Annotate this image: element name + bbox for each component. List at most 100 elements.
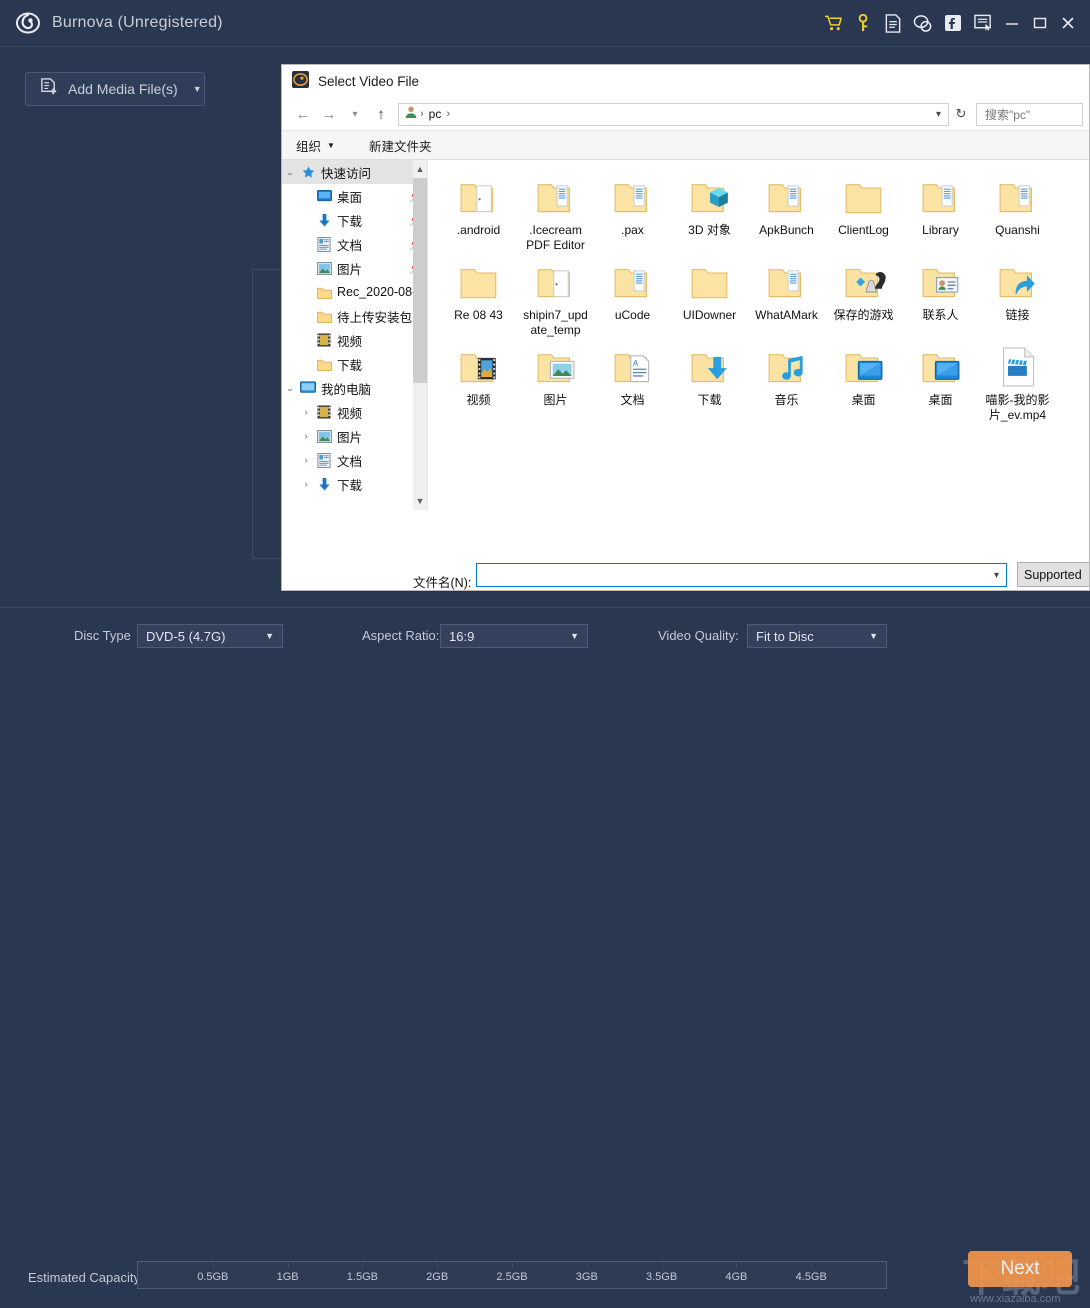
file-item[interactable]: 链接 [979, 253, 1056, 338]
user-avatar-icon [404, 105, 418, 124]
file-item[interactable]: 桌面 [825, 338, 902, 423]
burnova-logo-icon [292, 71, 309, 93]
tree-scrollbar[interactable]: ▲▼ [413, 160, 427, 510]
tree-item-12[interactable]: ›文档 [282, 448, 427, 472]
tree-item-label: 视频 [337, 403, 362, 422]
scroll-down-icon[interactable]: ▼ [413, 492, 427, 510]
video-quality-select[interactable]: Fit to Disc ▼ [747, 624, 887, 648]
minimize-icon[interactable] [998, 8, 1026, 38]
file-item[interactable]: ClientLog [825, 168, 902, 253]
arrow-right-icon[interactable]: → [316, 101, 342, 127]
tree-item-10[interactable]: › 视频 [282, 400, 427, 424]
organize-button[interactable]: 组织 ▼ [296, 136, 335, 155]
folder-video-icon [455, 344, 503, 390]
tree-item-0[interactable]: ⌄快速访问 [282, 160, 427, 184]
file-item[interactable]: 视频 [440, 338, 517, 423]
next-button[interactable]: Next [968, 1251, 1072, 1287]
arrow-up-icon[interactable]: ↑ [368, 101, 394, 127]
folder-download-icon [686, 344, 734, 390]
recent-locations-chevron-down-icon[interactable]: ▾ [342, 101, 368, 127]
video-icon [314, 333, 334, 347]
tree-item-1[interactable]: 桌面📌 [282, 184, 427, 208]
breadcrumb[interactable]: › pc › ▾ [398, 103, 949, 126]
file-item[interactable]: 下载 [671, 338, 748, 423]
cart-icon[interactable] [818, 8, 848, 38]
file-item[interactable]: 3D 对象 [671, 168, 748, 253]
aspect-ratio-select[interactable]: 16:9 ▼ [440, 624, 588, 648]
scroll-up-icon[interactable]: ▲ [413, 160, 427, 178]
file-item[interactable]: .Icecream PDF Editor [517, 168, 594, 253]
search-input[interactable]: 搜索"pc" [976, 103, 1083, 126]
tree-item-13[interactable]: › 下载 [282, 472, 427, 496]
maximize-icon[interactable] [1026, 8, 1054, 38]
file-item[interactable]: Quanshi [979, 168, 1056, 253]
file-item[interactable]: 图片 [517, 338, 594, 423]
register-icon[interactable] [968, 8, 998, 38]
folder-docs-icon [763, 259, 811, 305]
chevron-down-icon[interactable]: ⌄ [282, 383, 298, 394]
chevron-right-icon[interactable]: › [298, 431, 314, 441]
folder-document-icon: A [609, 344, 657, 390]
tree-item-11[interactable]: ›图片 [282, 424, 427, 448]
file-item[interactable]: .android [440, 168, 517, 253]
file-item[interactable]: UIDowner [671, 253, 748, 338]
folder-games-icon [840, 259, 888, 305]
chevron-right-icon[interactable]: › [298, 407, 314, 417]
capacity-tick [736, 1262, 737, 1269]
breadcrumb-item-pc[interactable]: pc [426, 107, 445, 121]
folder-icon [314, 358, 334, 371]
chevron-down-icon[interactable]: ▼ [193, 84, 202, 94]
file-item[interactable]: 联系人 [902, 253, 979, 338]
tree-item-8[interactable]: 下载 [282, 352, 427, 376]
key-icon[interactable] [848, 8, 878, 38]
download-icon [314, 477, 334, 492]
file-item[interactable]: Library [902, 168, 979, 253]
chevron-right-icon[interactable]: › [298, 455, 314, 465]
chevron-down-icon[interactable]: ▾ [994, 570, 1006, 581]
tree-item-6[interactable]: 待上传安装包 [282, 304, 427, 328]
file-item[interactable]: uCode [594, 253, 671, 338]
file-item-label: .pax [598, 223, 668, 238]
tree-item-7[interactable]: 视频 [282, 328, 427, 352]
add-media-button[interactable]: Add Media File(s) ▼ [25, 72, 205, 106]
chevron-right-icon[interactable]: › [298, 479, 314, 489]
folder-icon [314, 310, 334, 323]
file-type-filter-button[interactable]: Supported [1017, 562, 1090, 587]
capacity-tick-label: 3.5GB [646, 1271, 677, 1283]
file-item[interactable]: A文档 [594, 338, 671, 423]
file-item[interactable]: 保存的游戏 [825, 253, 902, 338]
chat-icon[interactable] [908, 8, 938, 38]
tree-item-5[interactable]: Rec_2020-08-2 [282, 280, 427, 304]
tree-item-4[interactable]: 图片📌 [282, 256, 427, 280]
filename-input[interactable]: ▾ [476, 563, 1007, 587]
new-folder-button[interactable]: 新建文件夹 [369, 136, 432, 155]
file-item[interactable]: 桌面 [902, 338, 979, 423]
facebook-icon[interactable] [938, 8, 968, 38]
tree-item-9[interactable]: ⌄我的电脑 [282, 376, 427, 400]
tree-item-2[interactable]: 下载📌 [282, 208, 427, 232]
aspect-ratio-value: 16:9 [449, 629, 570, 644]
chevron-down-icon[interactable]: ⌄ [282, 167, 298, 178]
tree-item-label: 下载 [337, 475, 362, 494]
folder-docs-icon [763, 174, 811, 220]
file-item[interactable]: 音乐 [748, 338, 825, 423]
file-item[interactable]: Re 08 43 [440, 253, 517, 338]
file-item[interactable]: WhatAMark [748, 253, 825, 338]
file-item[interactable]: 喵影-我的影片_ev.mp4 [979, 338, 1056, 423]
disc-type-select[interactable]: DVD-5 (4.7G) ▼ [137, 624, 283, 648]
tree-item-label: 下载 [337, 211, 362, 230]
close-icon[interactable] [1054, 8, 1082, 38]
file-item[interactable]: .pax [594, 168, 671, 253]
computer-icon [298, 381, 318, 395]
capacity-tick-label: 2GB [426, 1271, 448, 1283]
document-icon[interactable] [878, 8, 908, 38]
file-item[interactable]: ApkBunch [748, 168, 825, 253]
folder-open-icon [532, 259, 580, 305]
tree-item-label: 待上传安装包 [337, 307, 412, 326]
scrollbar-thumb[interactable] [413, 178, 427, 383]
refresh-icon[interactable]: ↻ [949, 103, 973, 126]
chevron-down-icon[interactable]: ▾ [936, 109, 948, 120]
tree-item-3[interactable]: 文档📌 [282, 232, 427, 256]
arrow-left-icon[interactable]: ← [290, 101, 316, 127]
file-item[interactable]: shipin7_update_temp [517, 253, 594, 338]
